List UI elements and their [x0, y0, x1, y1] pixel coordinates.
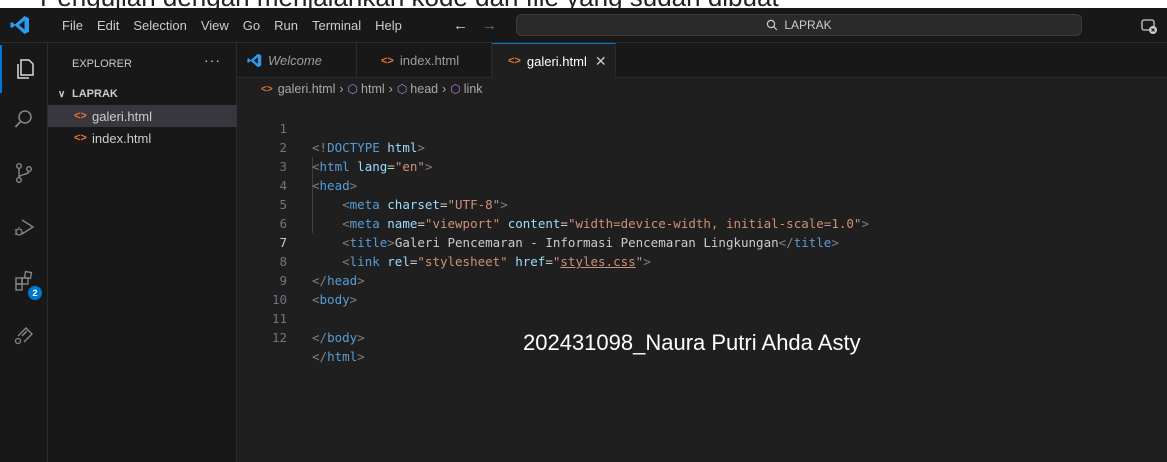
chevron-right-icon: › [339, 82, 344, 96]
caption-text: Pengujian dengan menjalankan kode dari f… [40, 0, 779, 8]
code-line: 8 </head> [237, 233, 1167, 288]
breadcrumb: <> galeri.html › ⬡ html › ⬡ head › ⬡ lin… [237, 78, 1167, 100]
tab-label: Welcome [268, 53, 322, 68]
file-item-galeri[interactable]: <> galeri.html [48, 105, 237, 127]
back-arrow-icon[interactable]: ← [453, 17, 468, 34]
files-icon [17, 59, 34, 79]
remote-explorer-icon [14, 327, 33, 345]
source-control-activity[interactable] [0, 149, 48, 197]
search-icon [767, 19, 778, 31]
html-file-icon: <> [74, 132, 87, 144]
code-line: 5 <meta name="viewport" content="width=d… [237, 176, 1167, 231]
menu-run[interactable]: Run [267, 18, 305, 33]
menu-help[interactable]: Help [368, 18, 409, 33]
code-line: 11 </body> [237, 290, 1167, 345]
run-debug-icon [15, 219, 35, 236]
vscode-logo-icon [247, 53, 262, 68]
menu-view[interactable]: View [194, 18, 236, 33]
line-number: 12 [271, 330, 287, 345]
menu-file[interactable]: File [55, 18, 90, 33]
code-line-current: 7 <link rel="stylesheet" href="styles.cs… [237, 214, 1167, 269]
search-icon [14, 110, 32, 128]
html-file-icon: <> [74, 110, 87, 122]
forward-arrow-icon[interactable]: → [482, 17, 497, 34]
editor-tab-bar: Welcome <> index.html <> galeri.html ✕ [237, 43, 1167, 78]
code-line: 10 [237, 271, 1167, 307]
tab-label: index.html [399, 53, 460, 68]
file-label: galeri.html [92, 108, 152, 124]
menu-terminal[interactable]: Terminal [305, 18, 368, 33]
folder-label: LAPRAK [72, 88, 118, 100]
element-icon: ⬡ [396, 82, 408, 96]
explorer-sidebar: EXPLORER ··· ∨ LAPRAK <> galeri.html <> … [48, 43, 237, 462]
tab-galeri-html[interactable]: <> galeri.html ✕ [492, 43, 616, 78]
file-label: index.html [92, 130, 152, 146]
code-line: 1 <!DOCTYPE html> [237, 100, 1167, 155]
tab-welcome[interactable]: Welcome [237, 43, 357, 78]
code-line: 6 <title>Galeri Pencemaran - Informasi P… [237, 195, 1167, 250]
folder-laprak[interactable]: ∨ LAPRAK [48, 83, 237, 105]
code-line: 3 <head> [237, 138, 1167, 193]
line-content: </body> [312, 330, 365, 345]
chevron-right-icon: › [388, 82, 393, 96]
source-control-icon [16, 163, 32, 183]
breadcrumb-file[interactable]: galeri.html [278, 82, 336, 96]
code-line: 4 <meta charset="UTF-8"> [237, 157, 1167, 212]
vscode-logo-icon [10, 16, 29, 34]
extensions-activity[interactable]: 2 [0, 257, 48, 305]
search-label: LAPRAK [784, 18, 832, 32]
tab-label: galeri.html [526, 53, 587, 69]
search-activity[interactable] [0, 95, 48, 143]
close-icon[interactable]: ✕ [595, 53, 607, 70]
code-editor[interactable]: 1 <!DOCTYPE html> 2 <html lang="en"> 3 <… [237, 100, 1167, 462]
title-bar: File Edit Selection View Go Run Terminal… [0, 8, 1167, 43]
breadcrumb-head[interactable]: head [410, 82, 438, 96]
chevron-right-icon: › [442, 82, 447, 96]
run-debug-activity[interactable] [0, 203, 48, 251]
menu-selection[interactable]: Selection [126, 18, 193, 33]
document-caption: Pengujian dengan menjalankan kode dari f… [0, 0, 1167, 8]
menu-bar: File Edit Selection View Go Run Terminal… [55, 8, 409, 43]
menu-go[interactable]: Go [236, 18, 267, 33]
author-watermark: 202431098_Naura Putri Ahda Asty [523, 330, 861, 355]
remote-explorer-activity[interactable] [0, 311, 48, 359]
extensions-badge: 2 [28, 286, 42, 300]
element-icon: ⬡ [450, 82, 461, 96]
element-icon: ⬡ [347, 82, 359, 96]
html-file-icon: <> [508, 55, 521, 67]
more-actions-icon[interactable]: ··· [204, 52, 221, 68]
vscode-window: File Edit Selection View Go Run Terminal… [0, 8, 1167, 462]
copilot-icon[interactable] [1140, 17, 1158, 35]
tab-index-html[interactable]: <> index.html [357, 43, 492, 78]
html-file-icon: <> [261, 83, 273, 95]
menu-edit[interactable]: Edit [90, 18, 126, 33]
activity-bar: 2 [0, 43, 48, 462]
code-line: 2 <html lang="en"> [237, 119, 1167, 174]
html-file-icon: <> [381, 54, 394, 67]
explorer-activity[interactable] [0, 45, 48, 93]
breadcrumb-html[interactable]: html [361, 82, 385, 96]
chevron-down-icon: ∨ [58, 88, 66, 100]
line-content: </html> [312, 349, 365, 364]
breadcrumb-link[interactable]: link [464, 82, 483, 96]
command-center-search[interactable]: LAPRAK [516, 14, 1082, 36]
explorer-title: EXPLORER [72, 58, 132, 70]
navigation-arrows: ← → [453, 8, 497, 43]
file-item-index[interactable]: <> index.html [48, 127, 237, 149]
code-line: 12 </html> [237, 309, 1167, 364]
code-line: 9 <body> [237, 252, 1167, 307]
